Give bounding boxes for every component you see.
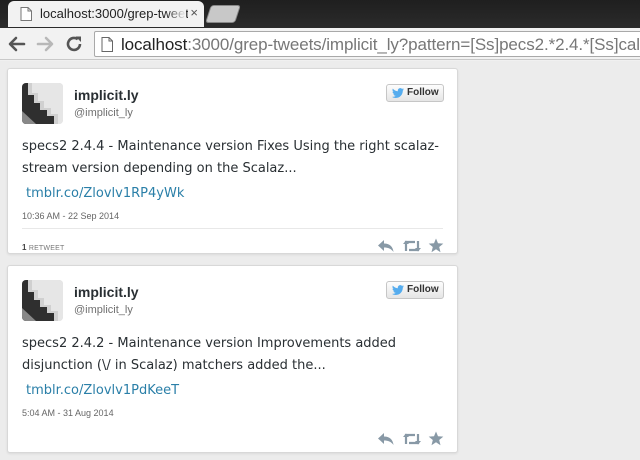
follow-button[interactable]: Follow — [386, 281, 444, 299]
tab-strip: localhost:3000/grep-tweets × — [0, 0, 640, 28]
star-icon[interactable] — [428, 238, 446, 253]
avatar[interactable] — [22, 280, 63, 321]
back-arrow-icon[interactable] — [6, 33, 28, 55]
reload-icon[interactable] — [63, 33, 85, 55]
page-content: implicit.ly @implicit_ly Follow specs2 2… — [0, 61, 640, 460]
tweet-text: specs2 2.4.2 - Maintenance version Impro… — [22, 336, 397, 373]
retweet-icon[interactable] — [402, 432, 421, 446]
tab-close-icon[interactable]: × — [190, 5, 198, 21]
forward-arrow-icon[interactable] — [34, 33, 56, 55]
twitter-bird-icon — [392, 285, 404, 295]
display-name[interactable]: implicit.ly — [74, 284, 139, 300]
screen-name[interactable]: @implicit_ly — [74, 107, 133, 119]
screen-name[interactable]: @implicit_ly — [74, 304, 133, 316]
embedded-tweet: implicit.ly @implicit_ly Follow specs2 2… — [7, 265, 458, 453]
retweet-icon[interactable] — [402, 239, 421, 253]
new-tab-button[interactable] — [205, 5, 241, 23]
browser-tab[interactable]: localhost:3000/grep-tweets × — [8, 1, 204, 27]
browser-toolbar: localhost:3000/grep-tweets/implicit_ly?p… — [0, 28, 640, 60]
timestamp[interactable]: 5:04 AM - 31 Aug 2014 — [22, 408, 114, 418]
tweet-link[interactable]: tmblr.co/Zlovlv1PdKeeT — [26, 383, 179, 398]
page-icon — [20, 7, 32, 21]
follow-button[interactable]: Follow — [386, 84, 444, 102]
star-icon[interactable] — [428, 431, 446, 446]
twitter-bird-icon — [392, 88, 404, 98]
tweet-text: specs2 2.4.4 - Maintenance version Fixes… — [22, 139, 439, 176]
embedded-tweet: implicit.ly @implicit_ly Follow specs2 2… — [7, 68, 458, 254]
reply-icon[interactable] — [377, 239, 395, 253]
reply-icon[interactable] — [377, 432, 395, 446]
url-text: localhost:3000/grep-tweets/implicit_ly?p… — [121, 35, 640, 54]
avatar[interactable] — [22, 83, 63, 124]
divider — [22, 228, 443, 229]
timestamp[interactable]: 10:36 AM - 22 Sep 2014 — [22, 211, 119, 221]
page-icon — [101, 37, 113, 52]
tweet-link[interactable]: tmblr.co/Zlovlv1RP4yWk — [26, 186, 184, 201]
display-name[interactable]: implicit.ly — [74, 87, 139, 103]
address-bar[interactable]: localhost:3000/grep-tweets/implicit_ly?p… — [94, 31, 640, 57]
retweet-count[interactable]: 1 RETWEET — [22, 243, 64, 252]
